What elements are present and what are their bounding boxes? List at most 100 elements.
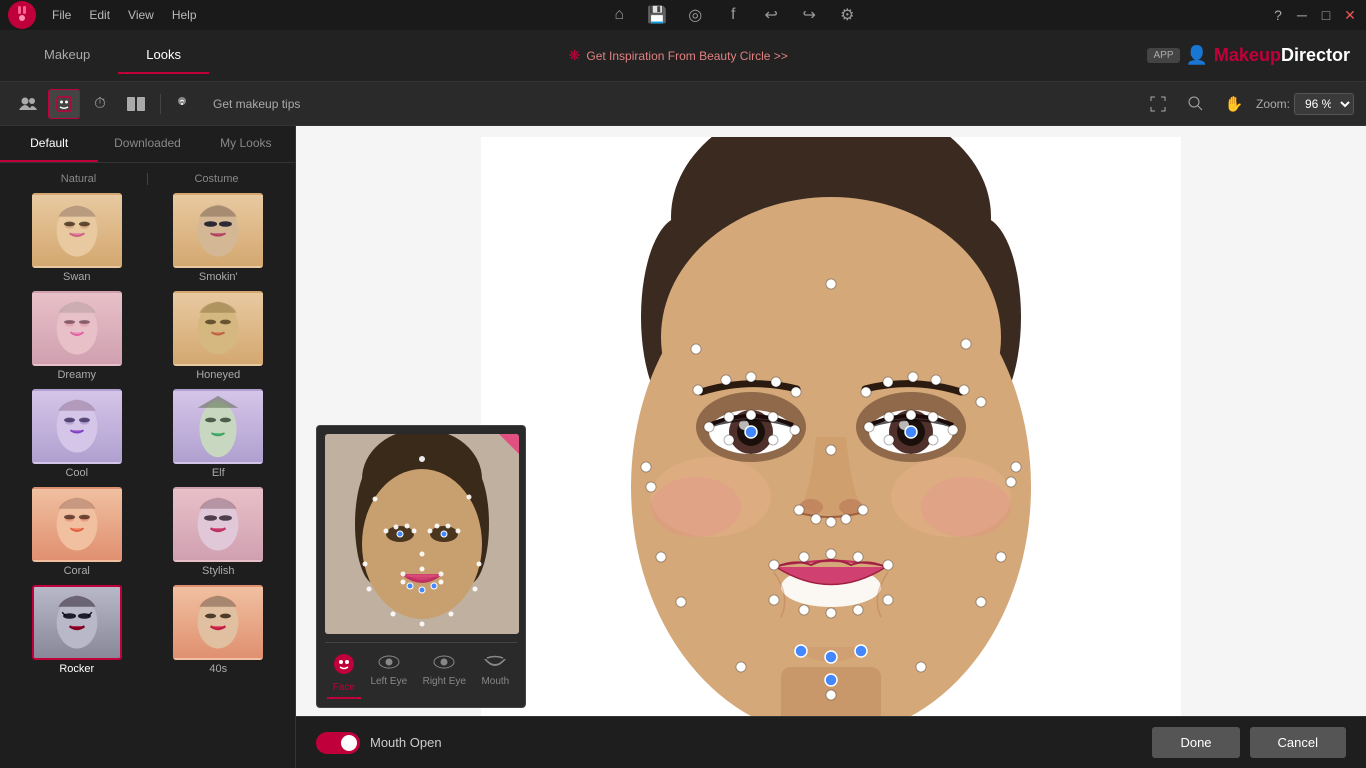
nav-settings-icon[interactable]: ⚙ xyxy=(836,5,858,25)
promo-banner[interactable]: ❋ Get Inspiration From Beauty Circle >> xyxy=(569,47,788,64)
nav-redo-icon[interactable]: ↪ xyxy=(798,5,820,25)
look-item-coral[interactable]: Coral xyxy=(10,487,144,577)
thumb-tab-left-eye[interactable]: Left Eye xyxy=(364,649,413,699)
menu-edit[interactable]: Edit xyxy=(89,8,110,22)
look-label-40s: 40s xyxy=(209,663,227,675)
user-icon[interactable]: 👤 xyxy=(1186,45,1208,66)
toolbar-face-btn[interactable] xyxy=(48,89,80,119)
app-title-suffix: Director xyxy=(1281,45,1350,65)
look-item-swan[interactable]: Swan xyxy=(10,193,144,283)
face-photo xyxy=(481,137,1181,757)
toolbar-compare-btn[interactable] xyxy=(120,89,152,119)
cancel-button[interactable]: Cancel xyxy=(1250,727,1346,758)
toolbar-separator xyxy=(160,94,161,114)
mouth-open-toggle-switch[interactable] xyxy=(316,732,360,754)
app-header: Makeup Looks ❋ Get Inspiration From Beau… xyxy=(0,30,1366,82)
sidebar: Default Downloaded My Looks Natural Cost… xyxy=(0,126,296,768)
mouth-label: Mouth xyxy=(481,676,509,687)
toolbar-history-btn[interactable]: ⏱ xyxy=(84,89,116,119)
nav-facebook-icon[interactable]: f xyxy=(722,6,744,24)
thumbnail-corner-icon xyxy=(499,434,519,454)
app-title-prefix: Makeup xyxy=(1214,45,1281,65)
look-label-smokin: Smokin' xyxy=(199,271,238,283)
titlebar-nav: ⌂ 💾 ◎ f ↩ ↪ ⚙ xyxy=(608,5,858,25)
thumb-tab-right-eye[interactable]: Right Eye xyxy=(417,649,472,699)
thumb-tab-mouth[interactable]: Mouth xyxy=(475,649,515,699)
look-item-dreamy[interactable]: Dreamy xyxy=(10,291,144,381)
nav-undo-icon[interactable]: ↩ xyxy=(760,5,782,25)
look-label-swan: Swan xyxy=(63,271,91,283)
app-badge: APP xyxy=(1147,48,1179,63)
mouth-icon xyxy=(484,653,506,674)
face-tab-icon xyxy=(333,653,355,680)
left-eye-label: Left Eye xyxy=(370,676,407,687)
done-button[interactable]: Done xyxy=(1152,727,1239,758)
category-headers: Natural Costume xyxy=(10,173,285,185)
main-content: Default Downloaded My Looks Natural Cost… xyxy=(0,126,1366,768)
look-label-honeyed: Honeyed xyxy=(196,369,240,381)
zoom-label: Zoom: xyxy=(1256,97,1290,111)
sidebar-tab-mylooks[interactable]: My Looks xyxy=(197,126,295,162)
minimize-button[interactable]: ─ xyxy=(1294,7,1310,23)
toolbar: ⏱ Get makeup tips xyxy=(0,82,1366,126)
look-label-elf: Elf xyxy=(212,467,225,479)
thumb-tab-face[interactable]: Face xyxy=(327,649,361,699)
tab-looks[interactable]: Looks xyxy=(118,37,209,74)
right-eye-icon xyxy=(433,653,455,674)
app-logo-icon xyxy=(8,1,36,29)
header-right: APP 👤 MakeupDirector xyxy=(1147,45,1350,66)
look-label-rocker: Rocker xyxy=(59,663,94,675)
toolbar-hand-btn[interactable]: ✋ xyxy=(1218,89,1250,119)
sidebar-tab-downloaded[interactable]: Downloaded xyxy=(98,126,196,162)
toolbar-tips-icon[interactable] xyxy=(169,89,201,119)
photo-container: Face Left Eye xyxy=(296,126,1366,768)
promo-text: Get Inspiration From Beauty Circle >> xyxy=(586,49,787,63)
bottom-bar: Mouth Open Done Cancel xyxy=(296,716,1366,768)
toolbar-people-btn[interactable] xyxy=(12,89,44,119)
toolbar-fullscreen-btn[interactable] xyxy=(1142,89,1174,119)
look-item-rocker[interactable]: Rocker xyxy=(10,585,144,675)
help-button[interactable]: ? xyxy=(1270,7,1286,23)
tips-label: Get makeup tips xyxy=(213,97,300,111)
look-item-stylish[interactable]: Stylish xyxy=(152,487,286,577)
category-natural: Natural xyxy=(10,173,147,185)
bottom-action-buttons: Done Cancel xyxy=(1152,727,1346,758)
sidebar-looks-list: Natural Costume xyxy=(0,163,295,768)
window-controls: ? ─ □ ✕ xyxy=(1270,7,1358,23)
look-item-cool[interactable]: Cool xyxy=(10,389,144,479)
title-bar: File Edit View Help ⌂ 💾 ◎ f ↩ ↪ ⚙ ? ─ □ … xyxy=(0,0,1366,30)
look-item-smokin[interactable]: Smokin' xyxy=(152,193,286,283)
left-eye-icon xyxy=(378,653,400,674)
thumbnail-preview xyxy=(325,434,519,634)
header-tabs: Makeup Looks xyxy=(16,37,209,74)
nav-save-icon[interactable]: 💾 xyxy=(646,5,668,25)
app-title: MakeupDirector xyxy=(1214,45,1350,66)
look-label-cool: Cool xyxy=(65,467,88,479)
toolbar-right: ✋ Zoom: 96 % 50 % 75 % 100 % 125 % xyxy=(1142,89,1354,119)
sidebar-tabs: Default Downloaded My Looks xyxy=(0,126,295,163)
menu-view[interactable]: View xyxy=(128,8,154,22)
zoom-control: Zoom: 96 % 50 % 75 % 100 % 125 % xyxy=(1256,93,1354,115)
tab-makeup[interactable]: Makeup xyxy=(16,37,118,74)
menu-file[interactable]: File xyxy=(52,8,71,22)
look-label-dreamy: Dreamy xyxy=(57,369,96,381)
canvas-area[interactable]: Face Left Eye xyxy=(296,126,1366,768)
mouth-open-label: Mouth Open xyxy=(370,735,442,750)
look-label-coral: Coral xyxy=(64,565,90,577)
maximize-button[interactable]: □ xyxy=(1318,7,1334,23)
titlebar-left: File Edit View Help xyxy=(8,1,197,29)
nav-home-icon[interactable]: ⌂ xyxy=(608,6,630,24)
look-label-stylish: Stylish xyxy=(202,565,234,577)
looks-grid: Swan Smokin' xyxy=(10,193,285,675)
toolbar-search-btn[interactable] xyxy=(1180,89,1212,119)
look-item-40s[interactable]: 40s xyxy=(152,585,286,675)
zoom-select[interactable]: 96 % 50 % 75 % 100 % 125 % xyxy=(1294,93,1354,115)
menu-help[interactable]: Help xyxy=(172,8,197,22)
right-eye-label: Right Eye xyxy=(423,676,466,687)
nav-beauty-icon[interactable]: ◎ xyxy=(684,5,706,25)
look-item-honeyed[interactable]: Honeyed xyxy=(152,291,286,381)
sidebar-tab-default[interactable]: Default xyxy=(0,126,98,162)
close-button[interactable]: ✕ xyxy=(1342,7,1358,23)
tips-button[interactable]: Get makeup tips xyxy=(213,97,300,111)
look-item-elf[interactable]: Elf xyxy=(152,389,286,479)
